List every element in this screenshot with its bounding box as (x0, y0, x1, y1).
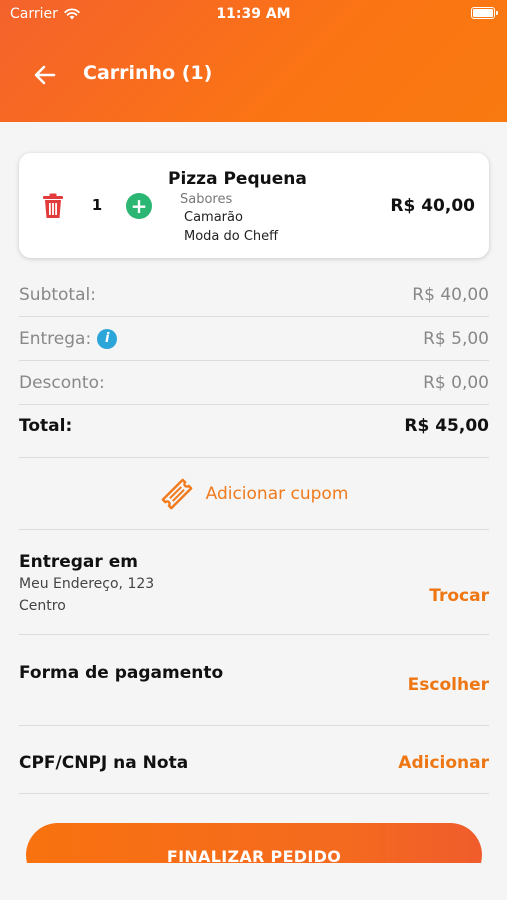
address-line: Meu Endereço, 123 (19, 576, 155, 592)
subtotal-row: Subtotal: R$ 40,00 (19, 273, 489, 317)
flavor-item: Moda do Cheff (184, 229, 279, 244)
flavor-item: Camarão (184, 210, 243, 225)
subtotal-value: R$ 40,00 (412, 284, 489, 305)
subtotal-label: Subtotal: (19, 284, 96, 305)
add-coupon-label: Adicionar cupom (205, 483, 349, 504)
app-header: Carrier 11:39 AM Carrinho (1) (0, 0, 507, 122)
discount-label: Desconto: (19, 372, 105, 393)
total-row: Total: R$ 45,00 (19, 405, 489, 458)
total-value: R$ 45,00 (404, 416, 489, 436)
delivery-address-title: Entregar em (19, 552, 138, 572)
discount-value: R$ 0,00 (423, 372, 489, 393)
status-bar: Carrier 11:39 AM (0, 0, 507, 30)
battery-icon (471, 7, 498, 19)
remove-item-button[interactable] (41, 193, 65, 219)
info-icon[interactable]: i (97, 328, 118, 349)
add-tax-id-button[interactable]: Adicionar (398, 753, 489, 773)
item-quantity: 1 (91, 196, 103, 214)
delivery-fee-label: Entrega: (19, 328, 92, 349)
payment-method-title: Forma de pagamento (19, 663, 224, 683)
status-time: 11:39 AM (216, 6, 291, 22)
delivery-address-section: Entregar em Meu Endereço, 123 Centro Tro… (19, 530, 489, 635)
address-line: Centro (19, 598, 66, 614)
tax-id-title: CPF/CNPJ na Nota (19, 753, 189, 773)
choose-payment-button[interactable]: Escolher (408, 675, 489, 695)
item-price: R$ 40,00 (390, 196, 475, 216)
cart-item-card: 1 + Pizza Pequena Sabores Camarão Moda d… (19, 153, 489, 258)
page-title: Carrinho (1) (83, 62, 213, 84)
payment-method-section: Forma de pagamento Escolher (19, 635, 489, 726)
delivery-fee-value: R$ 5,00 (423, 328, 489, 349)
finalize-order-container: FINALIZAR PEDIDO (0, 823, 507, 863)
increase-quantity-button[interactable]: + (126, 193, 152, 219)
plus-icon: + (130, 194, 148, 218)
back-button[interactable] (30, 60, 60, 90)
trash-icon (43, 193, 63, 218)
flavors-label: Sabores (180, 192, 233, 207)
add-coupon-button[interactable]: Adicionar cupom (19, 458, 489, 530)
total-label: Total: (19, 416, 73, 436)
finalize-order-button[interactable]: FINALIZAR PEDIDO (26, 823, 482, 863)
ticket-icon (161, 478, 192, 509)
tax-id-section: CPF/CNPJ na Nota Adicionar (19, 726, 489, 794)
discount-row: Desconto: R$ 0,00 (19, 361, 489, 405)
delivery-fee-row: Entrega: i R$ 5,00 (19, 317, 489, 361)
item-name: Pizza Pequena (168, 169, 307, 189)
arrow-left-icon (34, 65, 56, 85)
change-address-button[interactable]: Trocar (429, 586, 489, 606)
